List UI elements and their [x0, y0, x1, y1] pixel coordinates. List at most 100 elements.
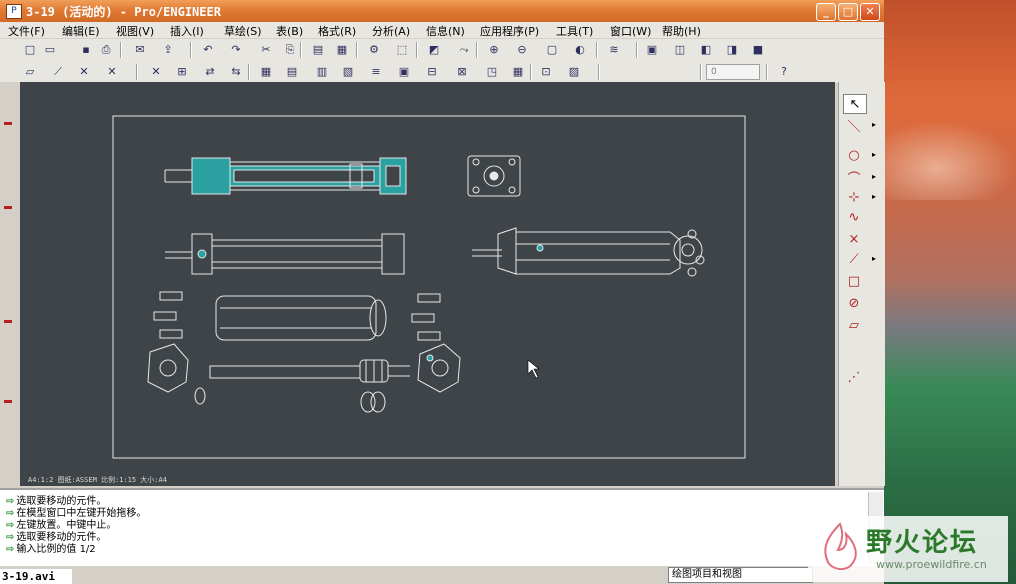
- menu-help[interactable]: 帮助(H): [662, 23, 701, 39]
- toolbar-separator: [120, 42, 122, 58]
- section-view: [164, 157, 407, 195]
- cut-icon[interactable]: ✂: [258, 42, 274, 57]
- print-icon[interactable]: ⎙: [98, 42, 114, 57]
- scale-icon[interactable]: ⊡: [538, 64, 554, 79]
- menu-table[interactable]: 表(B): [276, 23, 303, 39]
- tolerance-icon[interactable]: ≡: [368, 64, 384, 79]
- flyout-arrow-icon[interactable]: ▸: [872, 172, 876, 181]
- zoom-in-icon[interactable]: ⊕: [486, 42, 502, 57]
- csys-icon[interactable]: ✕: [104, 64, 120, 79]
- cross-icon[interactable]: ✕: [148, 64, 164, 79]
- app-icon: P: [6, 4, 22, 19]
- zoom-out-icon[interactable]: ⊖: [514, 42, 530, 57]
- selection-filter[interactable]: 绘图项目和视图: [668, 567, 813, 583]
- new-icon[interactable]: □: [22, 42, 38, 57]
- refit-icon[interactable]: ▢: [544, 42, 560, 57]
- maximize-button[interactable]: □: [838, 3, 858, 21]
- title-bar[interactable]: P 3-19 (活动的) - Pro/ENGINEER _ □ ✕: [0, 0, 884, 22]
- sketch-icon[interactable]: ◩: [426, 42, 442, 57]
- datum-axis-icon[interactable]: ⟋: [50, 64, 66, 79]
- spline-icon[interactable]: ∿: [843, 208, 865, 226]
- rotate-icon[interactable]: ⤳: [456, 42, 472, 57]
- offset-icon[interactable]: ⊘: [843, 294, 865, 312]
- circle-icon[interactable]: ○: [843, 146, 865, 164]
- menu-file[interactable]: 文件(F): [8, 23, 45, 39]
- close-button[interactable]: ✕: [860, 3, 880, 21]
- paste-icon[interactable]: ▤: [310, 42, 326, 57]
- menu-applications[interactable]: 应用程序(P): [480, 23, 539, 39]
- select-icon[interactable]: ↖: [843, 94, 867, 114]
- point-icon[interactable]: ×: [843, 230, 865, 248]
- regenerate-icon[interactable]: ⚙: [366, 42, 382, 57]
- table-icon[interactable]: ▤: [284, 64, 300, 79]
- sheet-icon[interactable]: ⊠: [454, 64, 470, 79]
- view-manager-icon[interactable]: ▣: [644, 42, 660, 57]
- datum-point-icon[interactable]: ✕: [76, 64, 92, 79]
- flyout-arrow-icon[interactable]: ▸: [872, 120, 876, 129]
- window-title: 3-19 (活动的) - Pro/ENGINEER: [26, 5, 221, 19]
- send-icon[interactable]: ⇪: [160, 42, 176, 57]
- wireframe-icon[interactable]: ◫: [672, 42, 688, 57]
- menu-format[interactable]: 格式(R): [318, 23, 356, 39]
- menu-analysis[interactable]: 分析(A): [372, 23, 410, 39]
- email-icon[interactable]: ✉: [132, 42, 148, 57]
- symbol-icon[interactable]: ⊟: [424, 64, 440, 79]
- save-icon[interactable]: ▪: [78, 42, 94, 57]
- fillet-icon[interactable]: ⊹: [843, 188, 865, 206]
- view-icon[interactable]: ◳: [484, 64, 500, 79]
- collapse-marker[interactable]: [4, 400, 12, 403]
- snapshot-icon[interactable]: ▨: [566, 64, 582, 79]
- end-view: [467, 155, 521, 197]
- minimize-button[interactable]: _: [816, 3, 836, 21]
- datum-plane-icon[interactable]: ▱: [843, 316, 865, 334]
- collapse-marker[interactable]: [4, 206, 12, 209]
- balloon-icon[interactable]: ▧: [340, 64, 356, 79]
- arc-icon[interactable]: ⌒: [843, 168, 865, 187]
- menu-view[interactable]: 视图(V): [116, 23, 154, 39]
- redo-icon[interactable]: ↷: [228, 42, 244, 57]
- chamfer-icon[interactable]: ⟋: [843, 250, 865, 268]
- collapse-marker[interactable]: [4, 122, 12, 125]
- isometric-view: [472, 227, 705, 277]
- datum-plane-icon[interactable]: ▱: [22, 64, 38, 79]
- flyout-arrow-icon[interactable]: ▸: [872, 192, 876, 201]
- box-icon[interactable]: □: [843, 272, 865, 290]
- repaint-icon[interactable]: ◐: [572, 42, 588, 57]
- graphics-window[interactable]: A4:1:2 图纸:ASSEM 比例:1:15 大小:A4: [20, 82, 835, 486]
- open-icon[interactable]: ▭: [42, 42, 58, 57]
- drawing-canvas[interactable]: A4:1:2 图纸:ASSEM 比例:1:15 大小:A4: [20, 82, 835, 486]
- datum-axis-icon[interactable]: ⋰: [843, 368, 865, 386]
- grid-icon[interactable]: ▥: [314, 64, 330, 79]
- menu-insert[interactable]: 插入(I): [170, 23, 204, 39]
- copy-icon[interactable]: ⎘: [282, 42, 298, 57]
- undo-icon[interactable]: ↶: [200, 42, 216, 57]
- menu-info[interactable]: 信息(N): [426, 23, 465, 39]
- scale-input[interactable]: 0: [706, 64, 760, 80]
- menu-edit[interactable]: 编辑(E): [62, 23, 100, 39]
- hidden-line-icon[interactable]: ◧: [698, 42, 714, 57]
- toolbar-separator: [598, 64, 600, 80]
- shading-icon[interactable]: ■: [750, 42, 766, 57]
- paste-special-icon[interactable]: ▦: [334, 42, 350, 57]
- layers-icon[interactable]: ≋: [606, 42, 622, 57]
- menu-sketch[interactable]: 草绘(S): [224, 23, 262, 39]
- note-icon[interactable]: ▣: [396, 64, 412, 79]
- no-hidden-icon[interactable]: ◨: [724, 42, 740, 57]
- align-icon[interactable]: ⊞: [174, 64, 190, 79]
- video-filename-label: 3-19.avi: [0, 569, 72, 584]
- collapse-marker[interactable]: [4, 320, 12, 323]
- flyout-arrow-icon[interactable]: ▸: [872, 254, 876, 263]
- mouse-cursor: [527, 359, 540, 379]
- toolbar-separator: [248, 64, 250, 80]
- move-icon[interactable]: ⇄: [202, 64, 218, 79]
- help-icon[interactable]: ?: [776, 64, 792, 79]
- box-select-icon[interactable]: ⬚: [394, 42, 410, 57]
- format-icon[interactable]: ▦: [510, 64, 526, 79]
- flyout-arrow-icon[interactable]: ▸: [872, 150, 876, 159]
- drawing-toolbar: 0 ▱ ⟋ ✕ ✕ ✕ ⊞ ⇄ ⇆ ▦ ▤ ▥ ▧ ≡ ▣ ⊟ ⊠ ◳ ▦ ⊡ ▨?: [0, 61, 884, 83]
- swap-icon[interactable]: ⇆: [228, 64, 244, 79]
- menu-tools[interactable]: 工具(T): [556, 23, 593, 39]
- menu-window[interactable]: 窗口(W): [610, 23, 651, 39]
- detail-icon[interactable]: ▦: [258, 64, 274, 79]
- line-icon[interactable]: ＼: [843, 116, 865, 135]
